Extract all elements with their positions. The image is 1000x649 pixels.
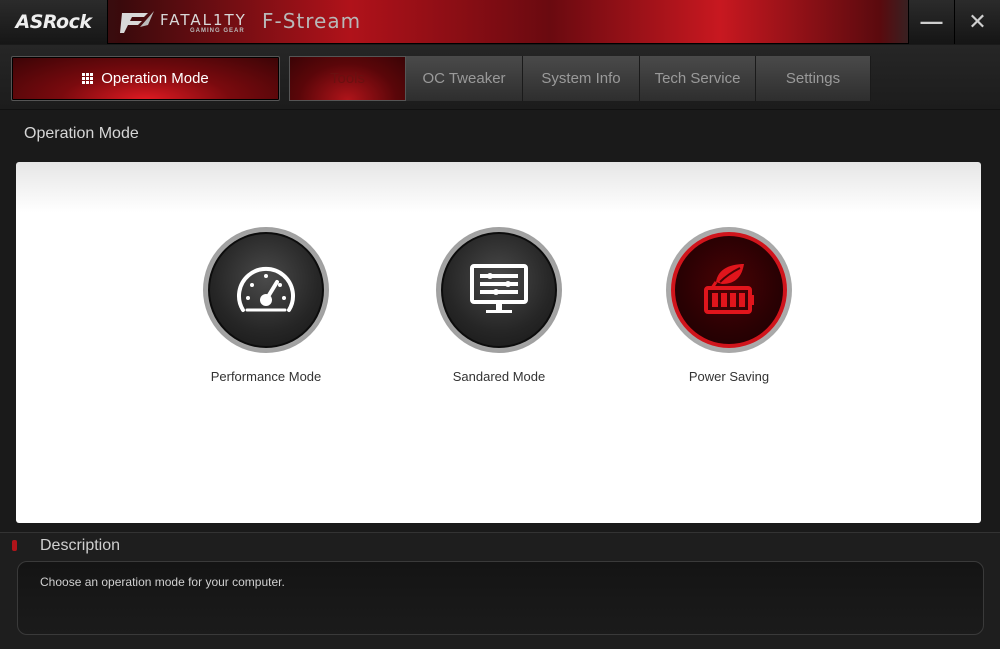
mode-label: Performance Mode bbox=[210, 369, 322, 384]
tab-label: Settings bbox=[785, 70, 841, 87]
tab-settings[interactable]: Settings bbox=[756, 56, 871, 101]
brand-text: ASRock bbox=[15, 11, 92, 33]
power-saving-option[interactable]: Power Saving bbox=[644, 227, 814, 384]
page-title: Operation Mode bbox=[24, 125, 139, 142]
operation-mode-label: Operation Mode bbox=[101, 70, 209, 87]
minimize-button[interactable]: — bbox=[908, 0, 954, 44]
tab-system-info[interactable]: System Info bbox=[523, 56, 640, 101]
fatality-subtitle: GAMING GEAR bbox=[190, 28, 245, 34]
speedometer-icon bbox=[237, 266, 295, 312]
description-box: Choose an operation mode for your comput… bbox=[17, 561, 984, 635]
mode-label: Sandared Mode bbox=[452, 369, 546, 384]
leaf-battery-icon bbox=[704, 264, 754, 314]
tab-label: Tools bbox=[329, 70, 366, 87]
title-bar: ASRock FATAL1TY GAMING GEAR F-Stream — ✕ bbox=[0, 0, 1000, 44]
standard-mode-option[interactable]: Sandared Mode bbox=[414, 227, 584, 384]
tab-bar: Tools OC Tweaker System Info Tech Servic… bbox=[289, 56, 871, 101]
description-text: Choose an operation mode for your comput… bbox=[40, 575, 285, 589]
operation-mode-button[interactable]: Operation Mode bbox=[11, 56, 280, 101]
grid-icon bbox=[82, 73, 94, 84]
tab-label: Tech Service bbox=[654, 70, 741, 87]
power-saving-button[interactable] bbox=[666, 227, 792, 353]
asrock-logo: ASRock bbox=[0, 0, 108, 44]
close-icon: ✕ bbox=[968, 9, 987, 34]
tab-label: OC Tweaker bbox=[422, 70, 506, 87]
fatality-wordmark: FATAL1TY bbox=[160, 11, 247, 29]
description-indicator-icon bbox=[12, 540, 17, 551]
navigation-bar: Operation Mode Tools OC Tweaker System I… bbox=[0, 45, 1000, 110]
monitor-icon bbox=[470, 264, 528, 313]
mode-panel: Performance Mode Sandared Mode Power Sav… bbox=[16, 162, 981, 523]
description-title: Description bbox=[40, 537, 121, 554]
tab-tech-service[interactable]: Tech Service bbox=[640, 56, 756, 101]
fatality-mark-icon bbox=[120, 11, 154, 33]
tab-tools[interactable]: Tools bbox=[289, 56, 406, 101]
performance-mode-button[interactable] bbox=[203, 227, 329, 353]
app-title: F-Stream bbox=[262, 9, 362, 33]
tab-label: System Info bbox=[541, 70, 621, 87]
close-button[interactable]: ✕ bbox=[954, 0, 1000, 44]
description-section: Description Choose an operation mode for… bbox=[0, 532, 1000, 649]
fatality-logo: FATAL1TY GAMING GEAR bbox=[118, 4, 258, 40]
mode-label: Power Saving bbox=[688, 369, 770, 384]
minimize-icon: — bbox=[920, 9, 943, 34]
performance-mode-option[interactable]: Performance Mode bbox=[181, 227, 351, 384]
standard-mode-button[interactable] bbox=[436, 227, 562, 353]
tab-oc-tweaker[interactable]: OC Tweaker bbox=[406, 56, 523, 101]
